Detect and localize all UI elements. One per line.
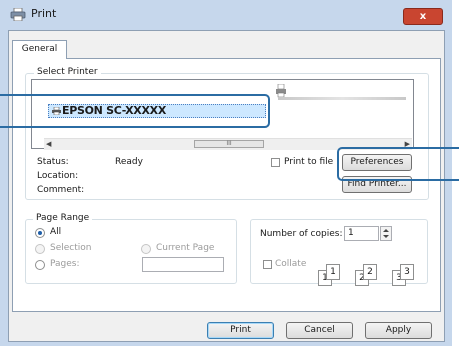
page-range-group-title: Page Range — [33, 213, 93, 223]
status-value: Ready — [115, 157, 143, 167]
collate-page: 3 — [400, 264, 414, 280]
collate-page: 2 — [363, 264, 377, 280]
page-range-selection-radio[interactable] — [35, 244, 45, 254]
scroll-thumb[interactable]: III — [194, 140, 264, 148]
page-range-current-page-radio[interactable] — [141, 244, 151, 254]
printer-list-item-blurred[interactable] — [278, 97, 406, 100]
pages-input[interactable] — [142, 257, 224, 272]
number-of-copies-label: Number of copies: — [260, 229, 343, 239]
window-title: Print — [31, 7, 57, 20]
location-label: Location: — [37, 171, 79, 181]
print-to-file-label[interactable]: Print to file — [284, 157, 336, 167]
callout-selected-printer — [0, 94, 270, 128]
collate-illustration-icon: 1 1 2 2 3 3 — [318, 264, 428, 288]
apply-button[interactable]: Apply — [365, 322, 432, 339]
callout-preferences — [337, 147, 459, 181]
print-button[interactable]: Print — [207, 322, 274, 339]
close-button[interactable]: x — [403, 8, 443, 25]
spinner-arrows-icon[interactable] — [380, 226, 392, 241]
page-range-selection-label[interactable]: Selection — [50, 243, 91, 253]
spinner-arrows-svg — [383, 229, 389, 238]
collate-checkbox[interactable] — [263, 260, 272, 269]
page-range-pages-label[interactable]: Pages: — [50, 259, 80, 269]
select-printer-group-title: Select Printer — [34, 67, 101, 77]
scroll-left-icon[interactable]: ◀ — [46, 140, 51, 148]
collate-label[interactable]: Collate — [275, 259, 306, 269]
number-of-copies-input[interactable]: 1 — [344, 226, 379, 241]
printer-icon — [10, 8, 26, 21]
status-label: Status: — [37, 157, 69, 167]
print-to-file-checkbox[interactable] — [271, 158, 280, 167]
page-range-all-radio[interactable] — [35, 228, 45, 238]
tab-general[interactable]: General — [12, 40, 67, 59]
cancel-button[interactable]: Cancel — [286, 322, 353, 339]
close-icon: x — [419, 11, 427, 22]
title-bar[interactable]: Print x — [0, 0, 452, 28]
page-range-current-page-label[interactable]: Current Page — [156, 243, 214, 253]
printer-icon — [276, 84, 286, 98]
page-range-all-label[interactable]: All — [50, 227, 61, 237]
comment-label: Comment: — [37, 185, 85, 195]
page-range-pages-radio[interactable] — [35, 260, 45, 270]
collate-page: 1 — [326, 264, 340, 280]
